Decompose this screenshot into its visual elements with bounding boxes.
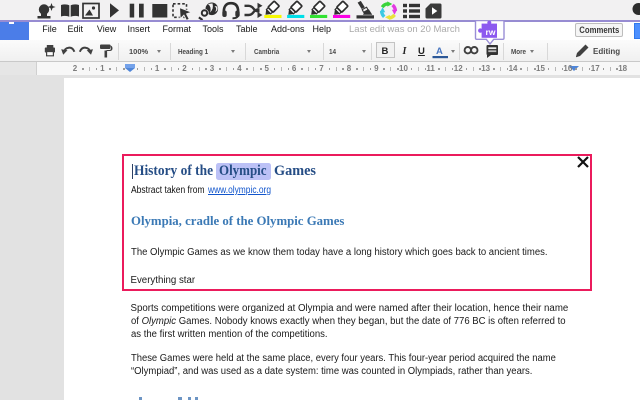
svg-text:rw: rw xyxy=(486,27,496,37)
